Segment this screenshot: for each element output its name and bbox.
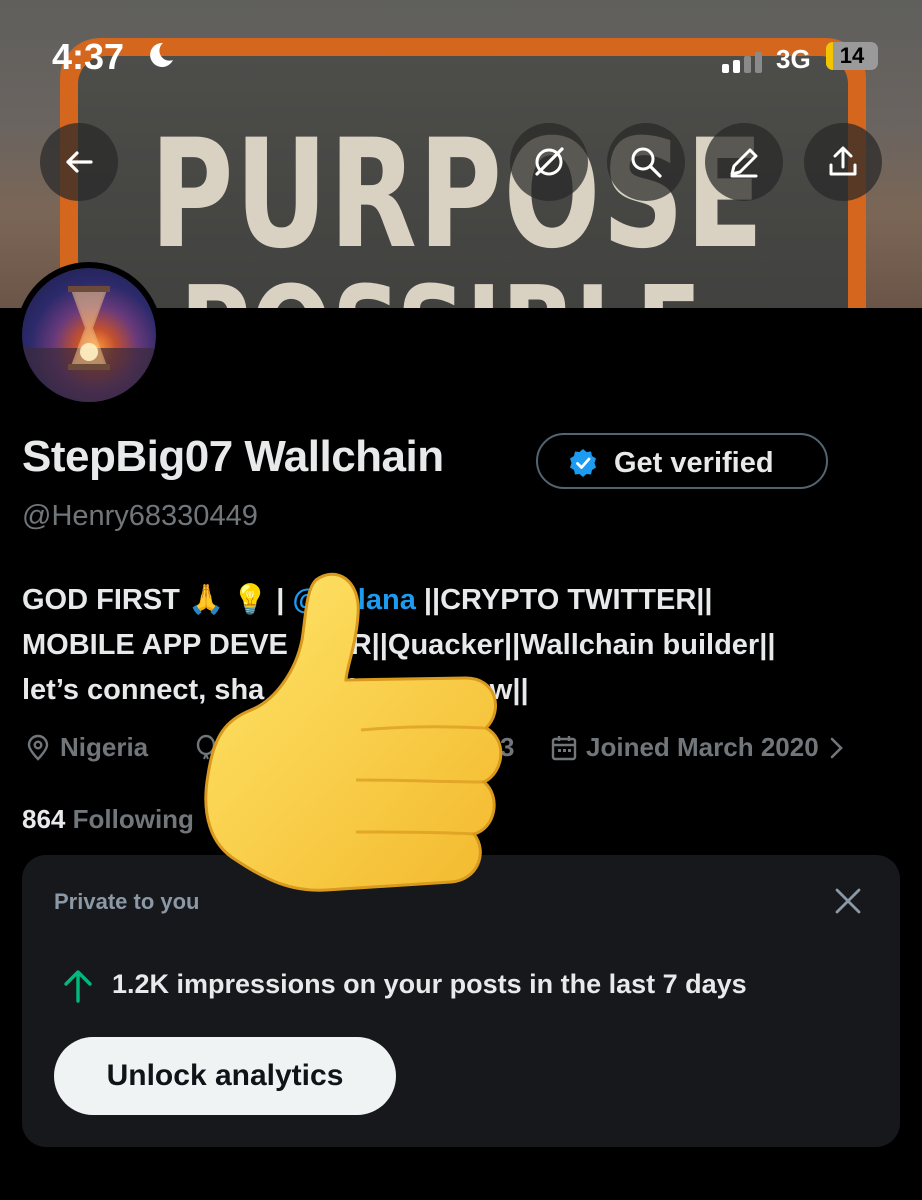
back-button[interactable] xyxy=(40,123,118,201)
thumbs-up-emoji xyxy=(204,572,503,892)
location-text: Nigeria xyxy=(60,732,149,762)
location-pin-icon xyxy=(27,734,49,761)
signal-icon xyxy=(722,52,762,73)
battery-icon: 14 xyxy=(826,42,878,70)
unlock-analytics-button[interactable]: Unlock analytics xyxy=(54,1037,396,1115)
avatar-image xyxy=(22,268,156,402)
following-link[interactable]: 864 Following xyxy=(22,804,194,835)
arrow-up-icon xyxy=(64,970,92,1003)
search-icon xyxy=(631,147,662,178)
hourglass-icon xyxy=(22,286,156,402)
edit-icon xyxy=(730,148,758,178)
impressions-text: 1.2K impressions on your posts in the la… xyxy=(112,969,747,999)
chevron-right-icon xyxy=(830,737,843,758)
get-verified-label: Get verified xyxy=(614,447,774,479)
location-item: Nigeria xyxy=(24,732,148,763)
following-count: 864 xyxy=(22,804,66,834)
status-time: 4:37 xyxy=(52,36,125,77)
following-label: Following xyxy=(72,804,194,834)
banner-text-partial: POSSIBLE xyxy=(180,262,702,308)
avatar[interactable] xyxy=(16,262,162,408)
private-label: Private to you xyxy=(54,889,200,914)
share-icon xyxy=(829,146,857,176)
profile-handle: @Henry68330449 xyxy=(22,500,258,532)
moon-icon xyxy=(150,42,173,67)
grok-icon xyxy=(535,147,564,176)
search-button[interactable] xyxy=(607,123,685,201)
verified-badge-icon xyxy=(570,449,596,477)
share-button[interactable] xyxy=(804,123,882,201)
close-icon[interactable] xyxy=(832,885,864,917)
joined-item[interactable]: Joined March 2020 xyxy=(550,732,847,763)
joined-text: Joined March 2020 xyxy=(586,732,819,762)
edit-button[interactable] xyxy=(705,123,783,201)
calendar-icon xyxy=(551,735,577,760)
battery-level: 14 xyxy=(839,43,865,68)
grok-button[interactable] xyxy=(510,123,588,201)
get-verified-button[interactable]: Get verified xyxy=(536,433,828,489)
arrow-left-icon xyxy=(66,151,93,173)
network-type: 3G xyxy=(776,44,811,74)
status-bar: 4:37 3G 14 xyxy=(0,0,922,110)
profile-name: StepBig07 Wallchain xyxy=(22,432,444,481)
